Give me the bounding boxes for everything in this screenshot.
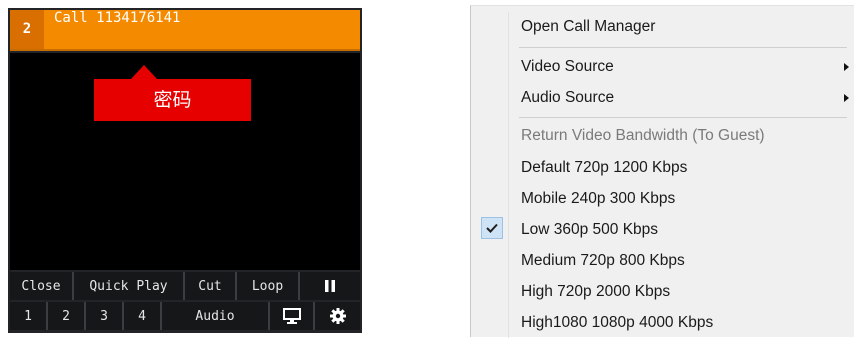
context-menu: Open Call Manager Video Source Audio Sou… bbox=[470, 5, 854, 338]
gear-icon bbox=[329, 308, 346, 324]
submenu-arrow-icon bbox=[844, 94, 849, 102]
close-button[interactable]: Close bbox=[10, 272, 74, 300]
menu-item-bandwidth-default[interactable]: Default 720p 1200 Kbps bbox=[521, 156, 841, 180]
control-row-1: Close Quick Play Cut Loop bbox=[10, 272, 360, 300]
menu-separator bbox=[519, 47, 847, 48]
preset-3-button[interactable]: 3 bbox=[86, 302, 124, 330]
settings-button[interactable] bbox=[315, 302, 360, 330]
pause-icon bbox=[325, 280, 335, 292]
call-title: Call 1134176141 bbox=[54, 10, 181, 26]
menu-item-bandwidth-high[interactable]: High 720p 2000 Kbps bbox=[521, 280, 841, 304]
preset-4-button[interactable]: 4 bbox=[124, 302, 162, 330]
selected-checkmark bbox=[481, 217, 503, 239]
checkmark-icon bbox=[486, 223, 498, 233]
password-callout: 密码 bbox=[94, 79, 251, 121]
call-number-badge: 2 bbox=[10, 10, 44, 49]
monitor-icon bbox=[282, 308, 301, 324]
menu-item-open-call-manager[interactable]: Open Call Manager bbox=[521, 15, 841, 39]
preset-1-button[interactable]: 1 bbox=[10, 302, 48, 330]
menu-gutter-divider bbox=[508, 12, 509, 338]
menu-item-video-source[interactable]: Video Source bbox=[521, 55, 841, 79]
call-title-bar[interactable]: 2 Call 1134176141 bbox=[10, 10, 360, 51]
preset-2-button[interactable]: 2 bbox=[48, 302, 86, 330]
audio-button[interactable]: Audio bbox=[162, 302, 270, 330]
call-panel: 2 Call 1134176141 密码 Close Quick Play Cu… bbox=[8, 8, 362, 333]
menu-item-bandwidth-mobile[interactable]: Mobile 240p 300 Kbps bbox=[521, 187, 841, 211]
cut-button[interactable]: Cut bbox=[185, 272, 237, 300]
control-row-2: 1 2 3 4 Audio bbox=[10, 302, 360, 330]
menu-separator bbox=[519, 117, 847, 118]
menu-item-bandwidth-medium[interactable]: Medium 720p 800 Kbps bbox=[521, 249, 841, 273]
quick-play-button[interactable]: Quick Play bbox=[74, 272, 185, 300]
menu-item-audio-source[interactable]: Audio Source bbox=[521, 86, 841, 110]
menu-item-bandwidth-low[interactable]: Low 360p 500 Kbps bbox=[521, 218, 841, 242]
submenu-arrow-icon bbox=[844, 63, 849, 71]
callout-arrow bbox=[131, 65, 157, 79]
loop-button[interactable]: Loop bbox=[237, 272, 300, 300]
monitor-button[interactable] bbox=[270, 302, 315, 330]
pause-button[interactable] bbox=[300, 272, 360, 300]
menu-item-bandwidth-high1080[interactable]: High1080 1080p 4000 Kbps bbox=[521, 311, 841, 335]
menu-header-bandwidth: Return Video Bandwidth (To Guest) bbox=[521, 127, 765, 144]
